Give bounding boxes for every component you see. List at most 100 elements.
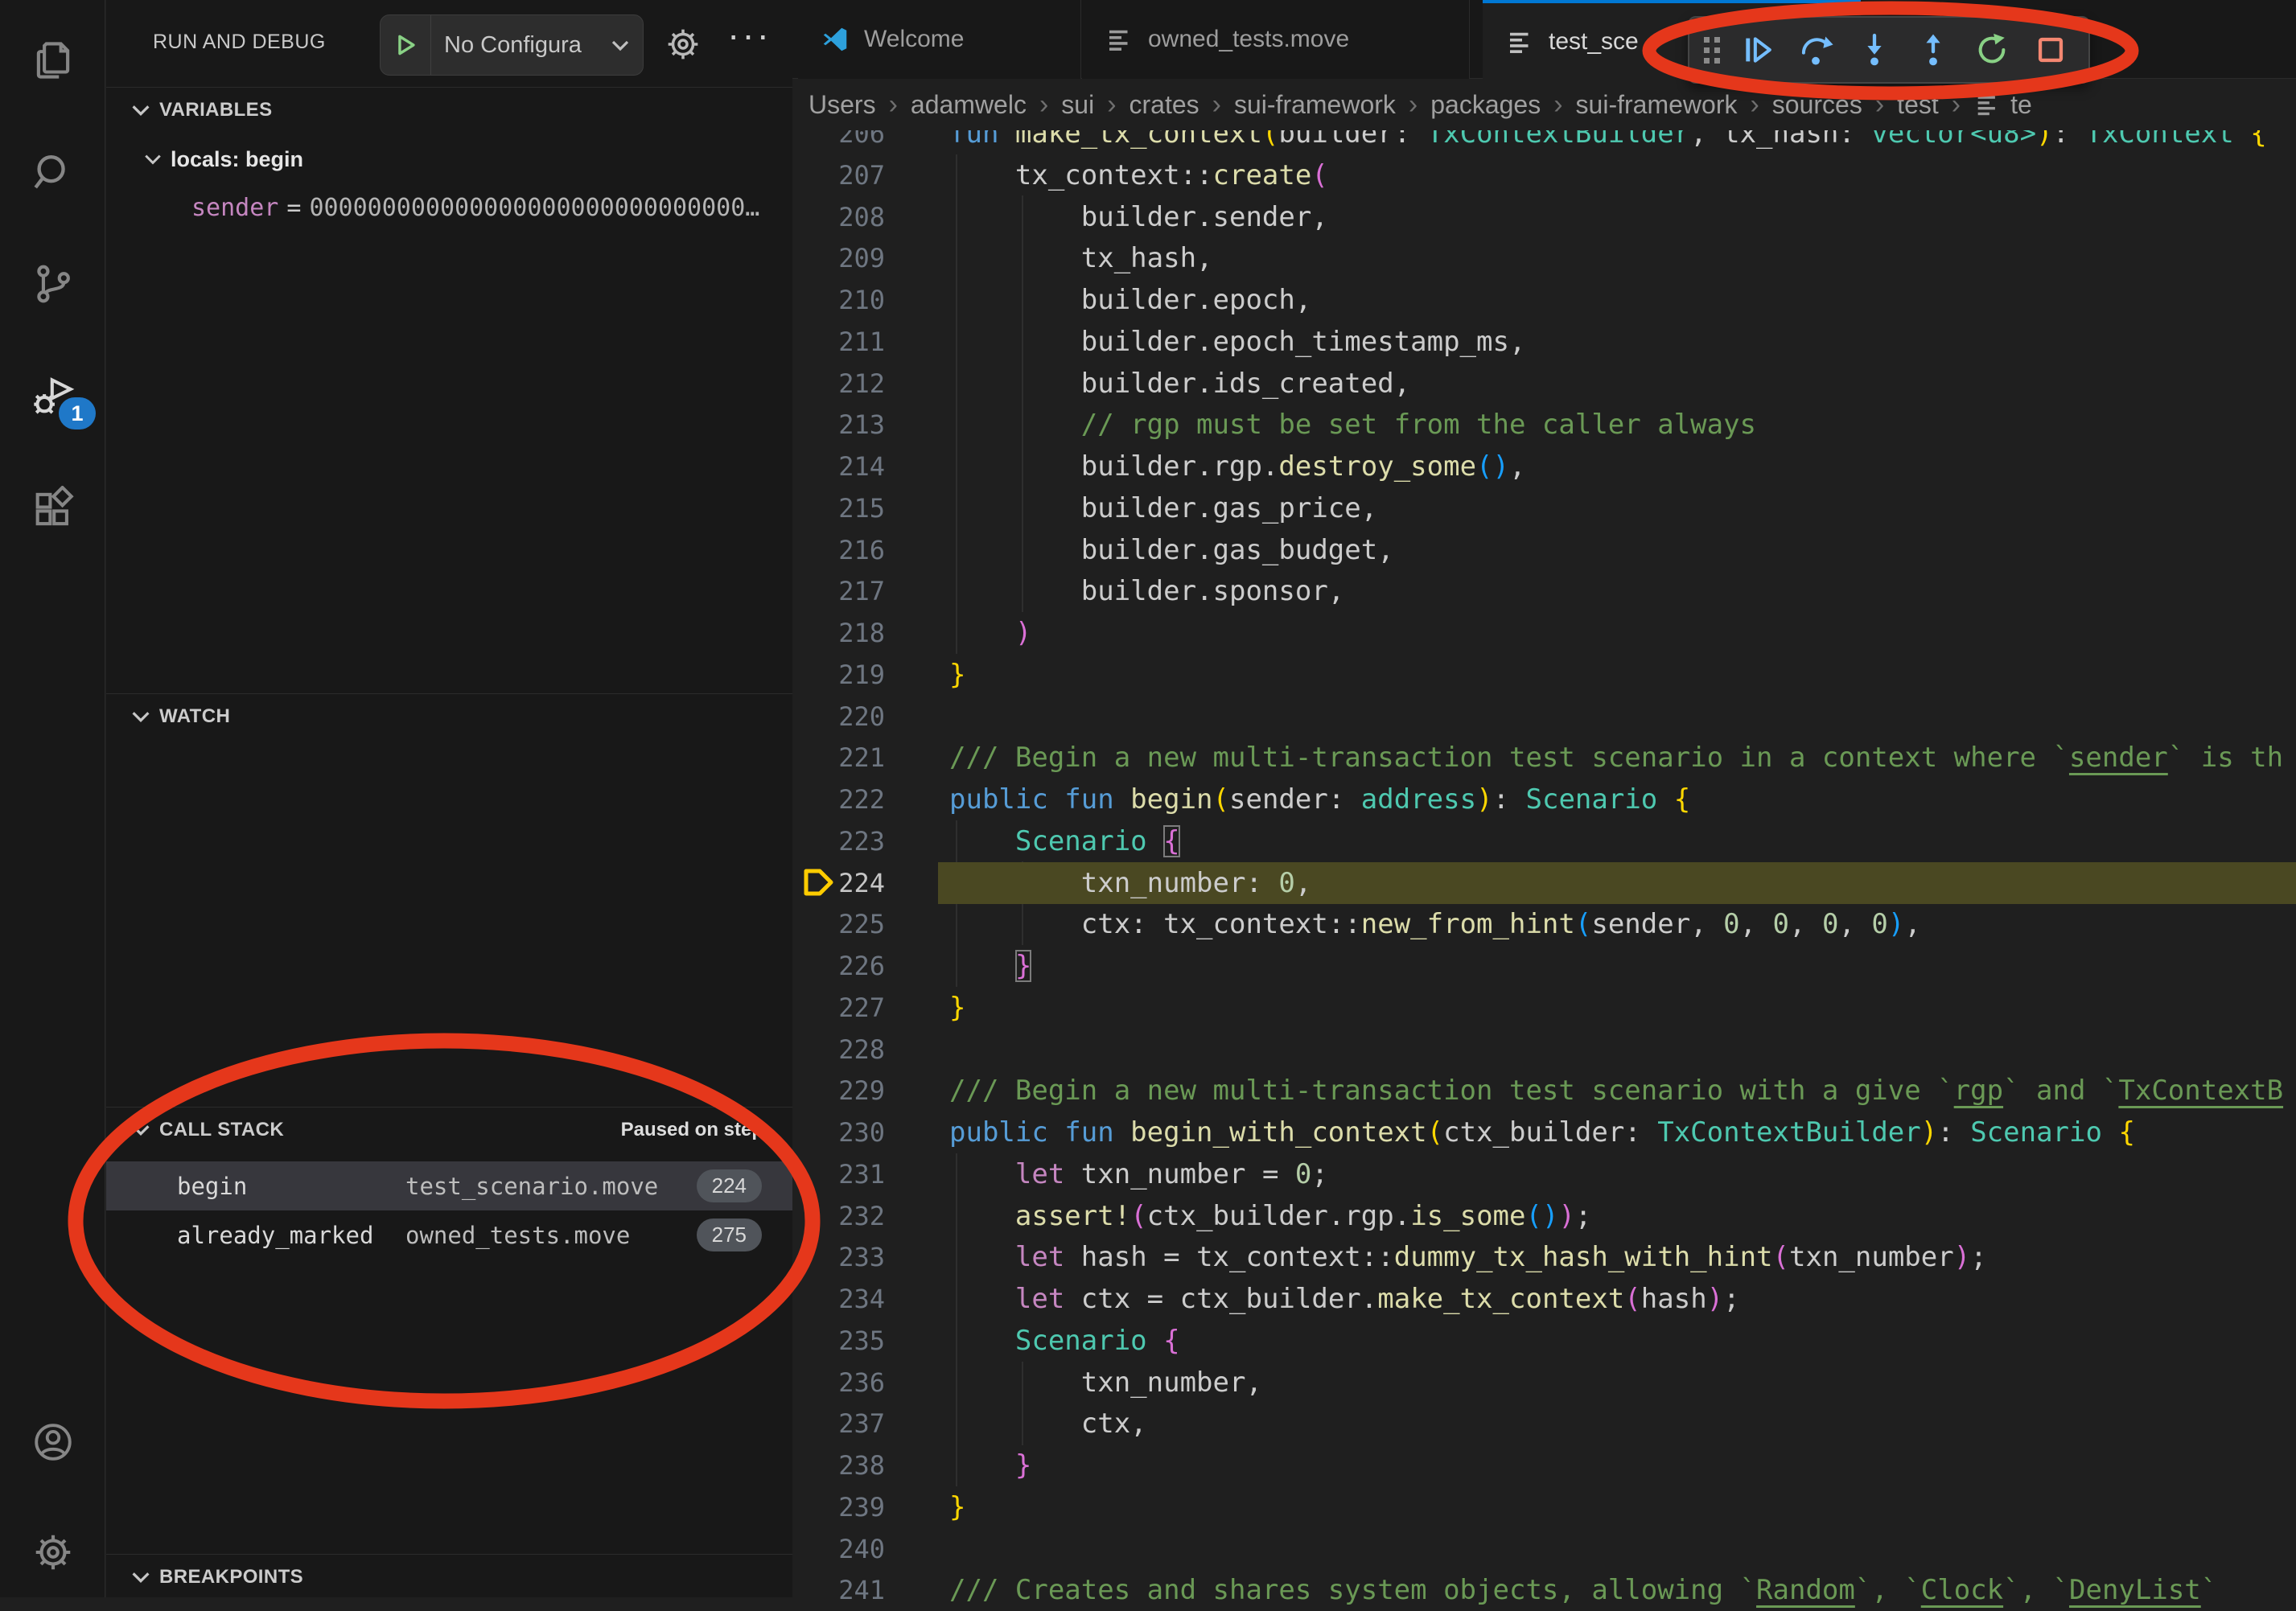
breadcrumb-item[interactable]: packages [1430, 90, 1541, 120]
variable-row[interactable]: sender = 000000000000000000000000000000… [106, 185, 792, 230]
watch-section-header[interactable]: WATCH [106, 693, 792, 738]
breadcrumb-item[interactable]: test [1897, 90, 1939, 120]
line-number: 241 [792, 1569, 885, 1611]
code-line[interactable]: 235 Scenario { [792, 1320, 2296, 1362]
code-line[interactable]: 241/// Creates and shares system objects… [792, 1569, 2296, 1611]
settings-gear-icon[interactable] [0, 1508, 105, 1597]
extensions-icon[interactable] [0, 465, 105, 553]
run-and-debug-icon[interactable]: 1 [0, 352, 105, 441]
launch-config-control[interactable]: No Configura [380, 14, 644, 76]
stop-button[interactable] [2023, 25, 2077, 75]
code-line[interactable]: 223 Scenario { [792, 820, 2296, 862]
code-line[interactable]: 230public fun begin_with_context(ctx_bui… [792, 1112, 2296, 1153]
chevron-down-icon [129, 1565, 153, 1589]
breadcrumb-item[interactable]: sui-framework [1234, 90, 1396, 120]
code-line[interactable]: 208 builder.sender, [792, 196, 2296, 238]
source-control-icon[interactable] [0, 240, 105, 328]
line-number: 219 [792, 654, 885, 696]
breadcrumb-separator: › [1039, 89, 1048, 121]
breadcrumb-item[interactable]: adamwelc [911, 90, 1027, 120]
code-line[interactable]: 224 txn_number: 0, [792, 862, 2296, 904]
restart-button[interactable] [1965, 25, 2018, 75]
line-text: let ctx = ctx_builder.make_tx_context(ha… [949, 1278, 1740, 1320]
pause-status-label: Paused on step [621, 1119, 763, 1141]
debug-settings-gear-icon[interactable] [663, 24, 703, 64]
call-stack-frame[interactable]: already_markedowned_tests.move275 [106, 1210, 792, 1260]
code-line[interactable]: 219} [792, 654, 2296, 696]
code-line[interactable]: 214 builder.rgp.destroy_some(), [792, 446, 2296, 487]
line-text: builder.sender, [949, 196, 1328, 238]
code-line[interactable]: 228 [792, 1029, 2296, 1071]
code-line[interactable]: 225 ctx: tx_context::new_from_hint(sende… [792, 903, 2296, 945]
variables-section-header[interactable]: VARIABLES [106, 87, 792, 132]
explorer-icon[interactable] [0, 16, 105, 105]
call-stack-section-header[interactable]: CALL STACK Paused on step [106, 1107, 792, 1152]
code-line[interactable]: 229/// Begin a new multi-transaction tes… [792, 1070, 2296, 1112]
code-line[interactable]: 212 builder.ids_created, [792, 363, 2296, 405]
code-line[interactable]: 226 } [792, 945, 2296, 987]
code-line[interactable]: 234 let ctx = ctx_builder.make_tx_contex… [792, 1278, 2296, 1320]
code-line[interactable]: 232 assert!(ctx_builder.rgp.is_some()); [792, 1195, 2296, 1237]
breadcrumb-item[interactable]: Users [809, 90, 876, 120]
chevron-down-icon[interactable] [607, 32, 643, 58]
code-line[interactable]: 215 builder.gas_price, [792, 487, 2296, 529]
call-stack-frame[interactable]: begintest_scenario.move224 [106, 1161, 792, 1210]
line-text: ctx, [949, 1403, 1147, 1445]
code-line[interactable]: 237 ctx, [792, 1403, 2296, 1445]
code-line[interactable]: 239} [792, 1486, 2296, 1528]
code-area[interactable]: 206fun make_tx_context(builder: TxContex… [792, 0, 2296, 1597]
breakpoints-section-label: BREAKPOINTS [159, 1566, 303, 1588]
line-text: } [949, 654, 965, 696]
code-line[interactable]: 238 } [792, 1445, 2296, 1486]
search-icon[interactable] [0, 129, 105, 217]
breadcrumb-item[interactable]: sui-framework [1576, 90, 1738, 120]
code-line[interactable]: 211 builder.epoch_timestamp_ms, [792, 321, 2296, 363]
code-line[interactable]: 231 let txn_number = 0; [792, 1153, 2296, 1195]
code-line[interactable]: 217 builder.sponsor, [792, 570, 2296, 612]
breadcrumb-item[interactable]: sui [1061, 90, 1094, 120]
step-over-button[interactable] [1788, 25, 1842, 75]
step-out-button[interactable] [1906, 25, 1960, 75]
code-line[interactable]: 222public fun begin(sender: address): Sc… [792, 779, 2296, 820]
drag-handle-icon[interactable] [1701, 29, 1725, 71]
code-line[interactable]: 210 builder.epoch, [792, 279, 2296, 321]
code-line[interactable]: 236 txn_number, [792, 1362, 2296, 1403]
line-number: 216 [792, 529, 885, 571]
code-line[interactable]: 207 tx_context::create( [792, 154, 2296, 196]
code-line[interactable]: 227} [792, 987, 2296, 1029]
frame-function-name: already_marked [177, 1222, 373, 1249]
breadcrumb-item[interactable]: crates [1129, 90, 1199, 120]
step-over-icon [1797, 31, 1834, 68]
accounts-icon[interactable] [0, 1398, 105, 1486]
start-debug-icon[interactable] [381, 15, 431, 75]
line-number: 222 [792, 779, 885, 820]
code-line[interactable]: 240 [792, 1528, 2296, 1570]
code-line[interactable]: 213 // rgp must be set from the caller a… [792, 404, 2296, 446]
step-into-button[interactable] [1847, 25, 1901, 75]
config-dropdown-label[interactable]: No Configura [431, 32, 607, 59]
code-line[interactable]: 218 ) [792, 612, 2296, 654]
debug-toolbar [1688, 16, 2090, 84]
line-number: 225 [792, 903, 885, 945]
frame-file-name: test_scenario.move [405, 1173, 658, 1200]
line-text: txn_number, [949, 1362, 1262, 1403]
code-line[interactable]: 221/// Begin a new multi-transaction tes… [792, 737, 2296, 779]
line-text: let hash = tx_context::dummy_tx_hash_wit… [949, 1236, 1987, 1278]
code-line[interactable]: 209 tx_hash, [792, 237, 2296, 279]
breadcrumb-file-item[interactable]: te [1973, 90, 2032, 120]
line-text: /// Begin a new multi-transaction test s… [949, 737, 2283, 779]
line-text: // rgp must be set from the caller alway… [949, 404, 1756, 446]
line-number: 207 [792, 154, 885, 196]
tab-owned-tests[interactable]: owned_tests.move [1082, 0, 1470, 79]
activity-bar: 1 [0, 0, 105, 1597]
breadcrumb-item[interactable]: sources [1772, 90, 1862, 120]
continue-button[interactable] [1730, 25, 1784, 75]
code-line[interactable]: 216 builder.gas_budget, [792, 529, 2296, 571]
line-number: 212 [792, 363, 885, 405]
more-actions-icon[interactable]: ··· [727, 13, 772, 56]
tab-welcome[interactable]: Welcome [798, 0, 1081, 79]
code-line[interactable]: 233 let hash = tx_context::dummy_tx_hash… [792, 1236, 2296, 1278]
code-line[interactable]: 220 [792, 696, 2296, 738]
scope-row[interactable]: locals: begin [106, 137, 792, 182]
breakpoints-section-header[interactable]: BREAKPOINTS [106, 1554, 792, 1599]
